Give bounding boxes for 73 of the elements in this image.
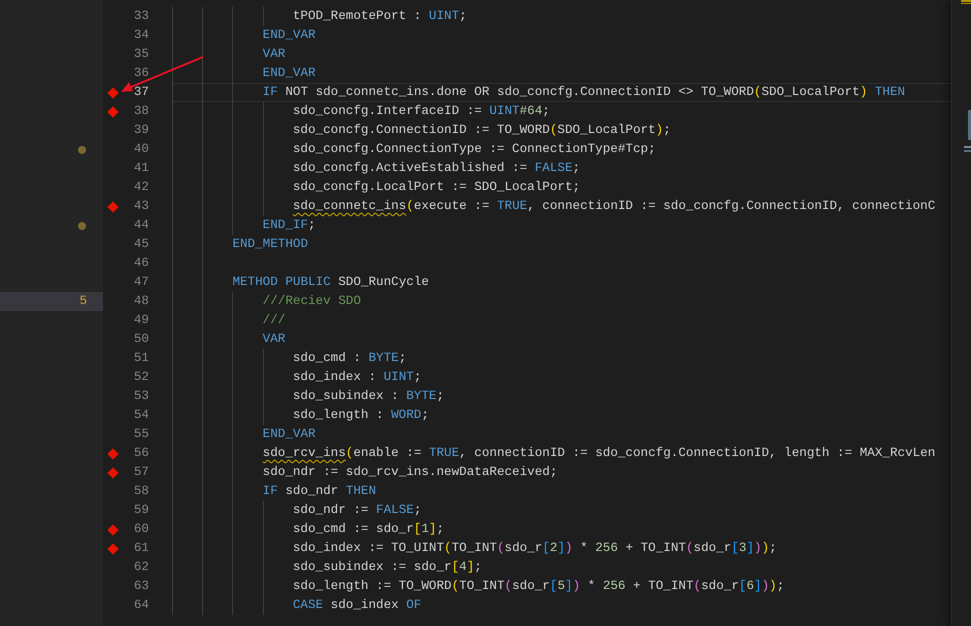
line-number: 46 [132,255,149,272]
code-line: sdo_index : UINT; [292,369,422,386]
code-line: sdo_rcv_ins(enable := TRUE, connectionID := sdo_concfg.ConnectionID, length := MAX_RcvLen [262,445,936,462]
breakpoint-icon[interactable] [107,448,119,460]
line-number: 34 [132,27,149,44]
breakpoint-icon[interactable] [107,524,119,536]
line-number: 54 [132,407,149,424]
scroll-marker-drawing [961,0,971,4]
line-number: 41 [132,160,149,177]
code-line: sdo_cmd : BYTE; [292,350,406,367]
line-number: 52 [132,369,149,386]
line-number: 36 [132,65,149,82]
code-line: VAR [262,331,286,348]
code-line: sdo_concfg.InterfaceID := UINT#64; [292,103,550,120]
line-number: 50 [132,331,149,348]
line-number: 53 [132,388,149,405]
code-line: END_IF; [262,217,316,234]
line-number: 44 [132,217,149,234]
line-number: 55 [132,426,149,443]
line-number: 43 [132,198,149,215]
line-number: 60 [132,521,149,538]
breakpoint-icon[interactable] [107,200,119,212]
code-line: sdo_length : WORD; [292,407,429,424]
code-line: METHOD PUBLIC SDO_RunCycle [232,274,429,291]
line-number: 38 [132,103,149,120]
line-number: 64 [132,597,149,614]
line-number: 40 [132,141,149,158]
line-number: 61 [132,540,149,557]
code-line: END_VAR [262,65,316,82]
code-line: sdo_length := TO_WORD(TO_INT(sdo_r[5]) * 256 + TO_INT(sdo_r[6])); [292,578,784,595]
code-line: IF NOT sdo_connetc_ins.done OR sdo_concfg.ConnectionID <> TO_WORD(SDO_LocalPort) THEN [262,84,906,101]
line-number: 56 [132,445,149,462]
breakpoint-icon[interactable] [107,86,119,98]
line-number: 45 [132,236,149,253]
line-number: 33 [132,8,149,25]
breakpoint-icon[interactable] [107,466,119,478]
line-number: 42 [132,179,149,196]
code-line: sdo_subindex : BYTE; [292,388,444,405]
code-line: sdo_concfg.ConnectionID := TO_WORD(SDO_LocalPort); [292,122,671,139]
line-number: 37 [132,84,149,101]
line-number: 39 [132,122,149,139]
code-line: ///Reciev SDO [262,293,361,310]
line-number: 63 [132,578,149,595]
code-line: END_VAR [262,27,316,44]
code-line: IF sdo_ndr THEN [262,483,376,500]
line-number: 57 [132,464,149,481]
line-number: 35 [132,46,149,63]
code-line: CASE sdo_index OF [292,597,422,614]
code-line: sdo_cmd := sdo_r[1]; [292,521,444,538]
breakpoint-icon[interactable] [107,542,119,554]
breakpoint-icon[interactable] [107,106,119,118]
code-line: END_METHOD [232,236,308,253]
code-line: tPOD_RemotePort : UINT; [292,8,467,25]
line-number: 62 [132,559,149,576]
code-line: sdo_index := TO_UINT(TO_INT(sdo_r[2]) * 256 + TO_INT(sdo_r[3])); [292,540,777,557]
code-line: sdo_subindex := sdo_r[4]; [292,559,482,576]
code-line: sdo_ndr := FALSE; [292,502,422,519]
code-line: END_VAR [262,426,316,443]
code-line: sdo_ndr := sdo_rcv_ins.newDataReceived; [262,464,558,481]
code-line: sdo_connetc_ins(execute := TRUE, connectionID := sdo_concfg.ConnectionID, connectionC [292,198,936,215]
line-number: 59 [132,502,149,519]
line-number: 51 [132,350,149,367]
code-line: sdo_concfg.ActiveEstablished := FALSE; [292,160,580,177]
minimap-drawing [964,110,971,152]
line-number: 58 [132,483,149,500]
line-number: 47 [132,274,149,291]
line-number: 48 [132,293,149,310]
code-line: sdo_concfg.LocalPort := SDO_LocalPort; [292,179,580,196]
code-line: /// [262,312,286,329]
line-number: 49 [132,312,149,329]
code-line: VAR [262,46,286,63]
count-label: 5 [79,293,87,310]
code-line: sdo_concfg.ConnectionType := ConnectionType#Tcp; [292,141,656,158]
